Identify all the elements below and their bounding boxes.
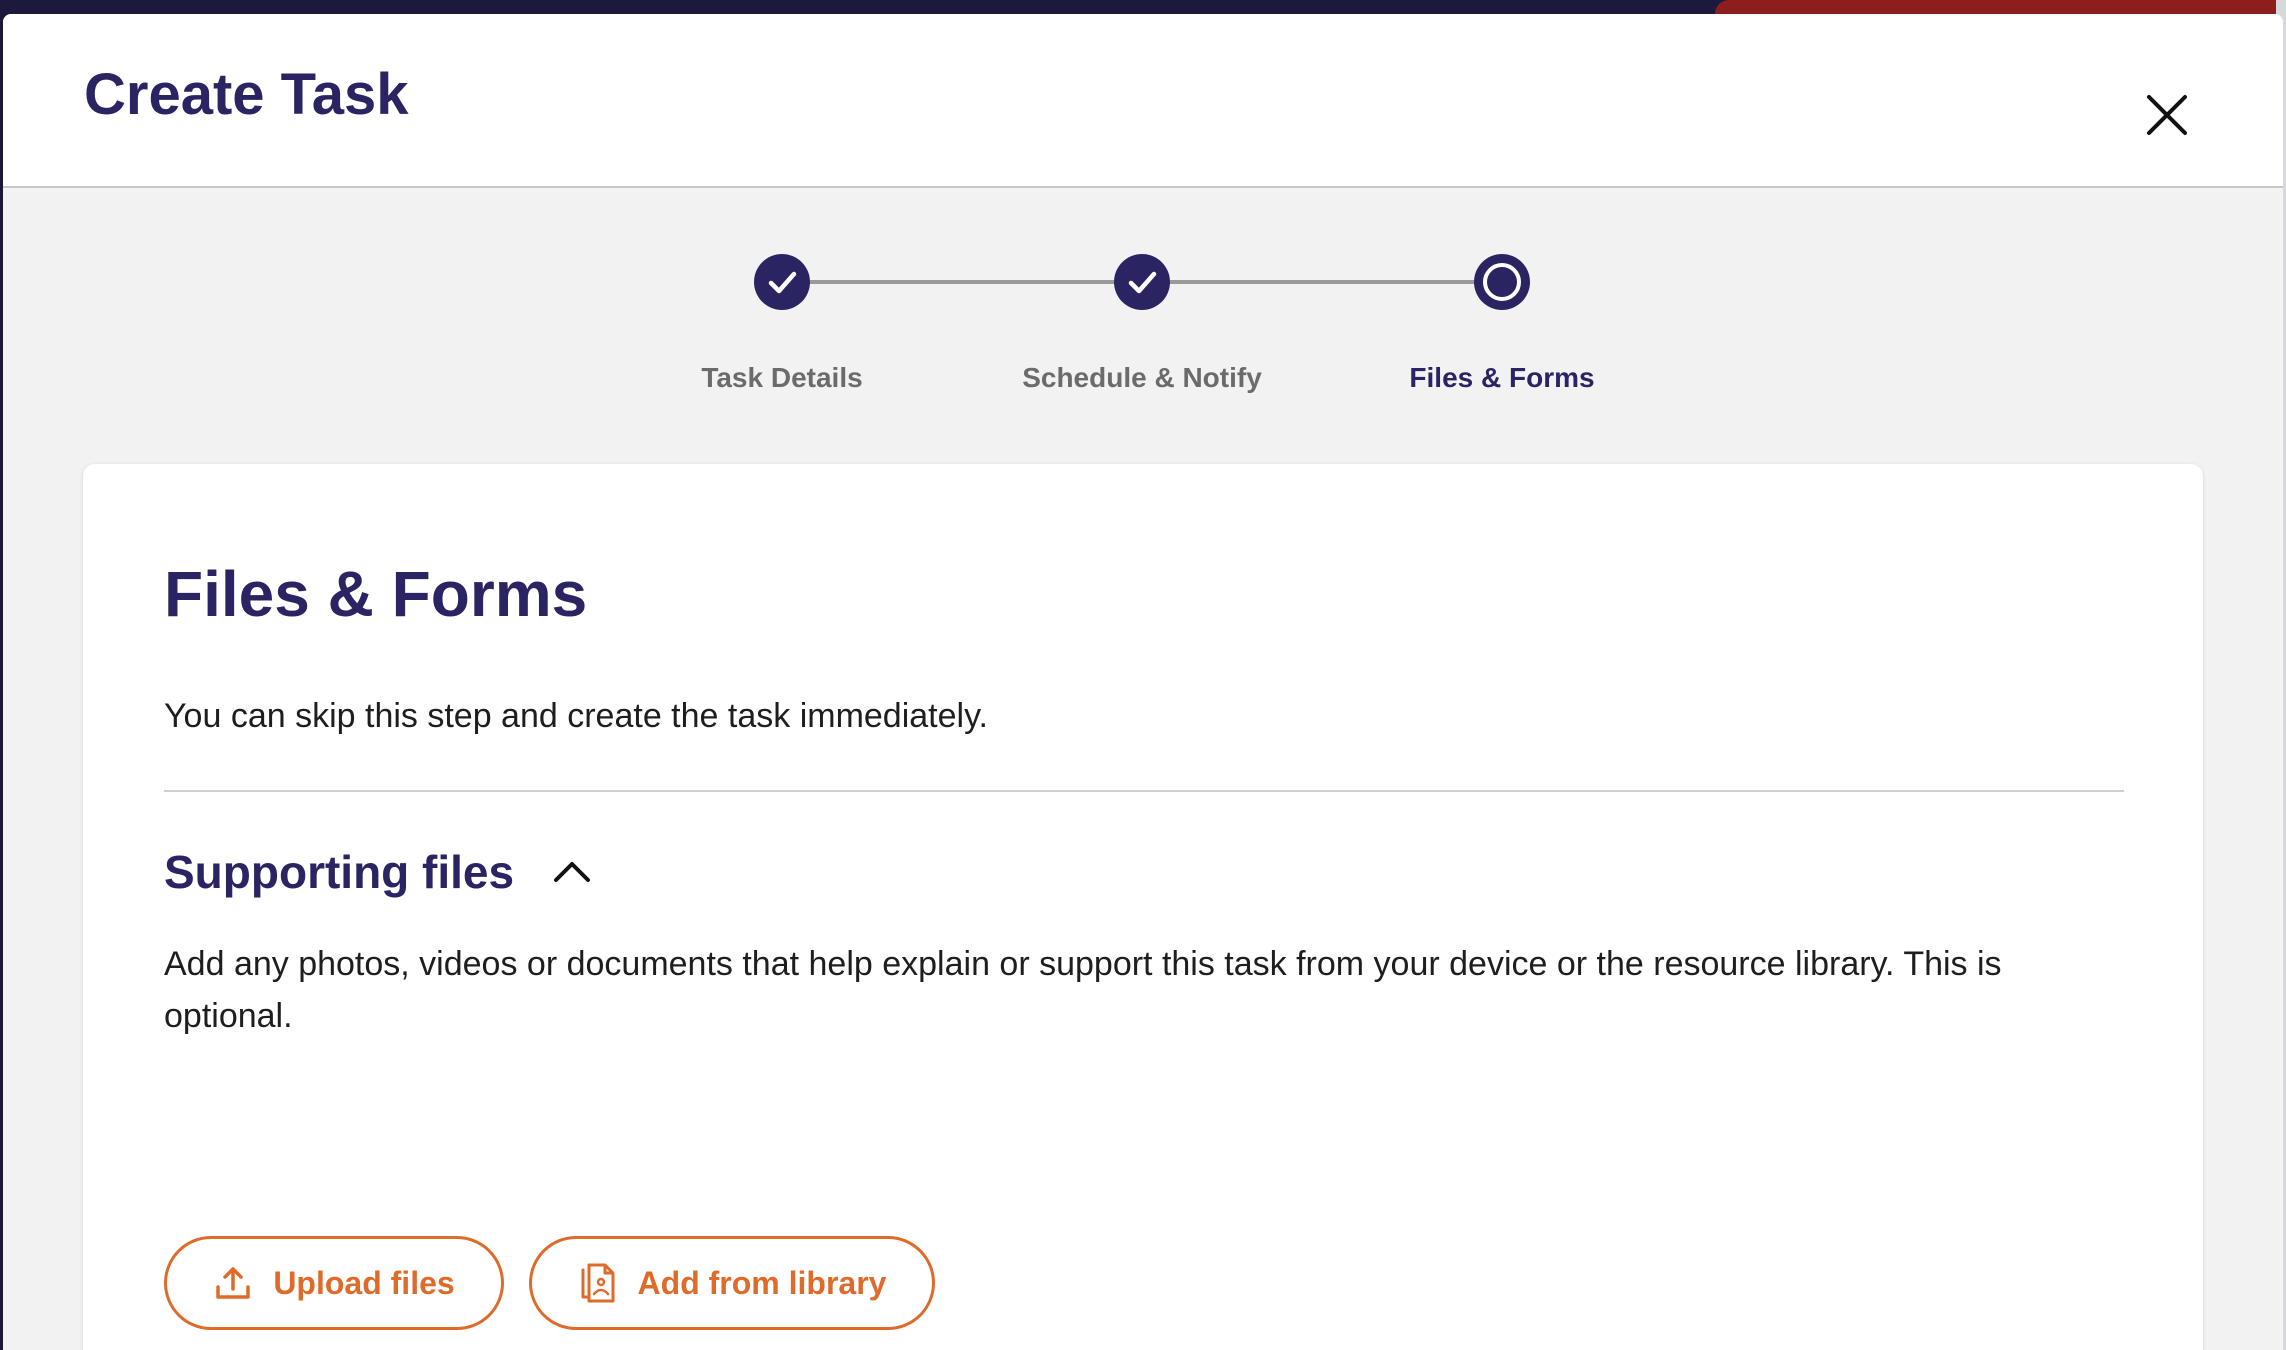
step-label-files-forms: Files & Forms bbox=[1409, 362, 1595, 393]
modal-header: Create Task bbox=[3, 14, 2283, 188]
check-icon bbox=[1128, 271, 1157, 294]
step-connector bbox=[810, 280, 1114, 284]
step-task-details-indicator[interactable] bbox=[754, 254, 810, 310]
upload-files-label: Upload files bbox=[273, 1264, 455, 1301]
section-title: Supporting files bbox=[164, 846, 515, 898]
step-connector bbox=[1170, 280, 1474, 284]
upload-files-button[interactable]: Upload files bbox=[164, 1236, 504, 1330]
files-forms-card: Files & Forms You can skip this step and… bbox=[83, 464, 2203, 1350]
close-icon bbox=[2147, 95, 2187, 135]
close-button[interactable] bbox=[2132, 80, 2202, 150]
section-description: Add any photos, videos or documents that… bbox=[164, 945, 2002, 1035]
current-step-icon bbox=[1483, 263, 1521, 301]
page-backdrop-accent bbox=[1715, 0, 2286, 14]
card-intro-text: You can skip this step and create the ta… bbox=[164, 697, 989, 735]
check-icon bbox=[768, 271, 797, 294]
library-icon bbox=[581, 1263, 615, 1303]
create-task-modal: Create Task Task Details Schedule & Noti… bbox=[3, 14, 2283, 1350]
chevron-up-icon bbox=[554, 862, 591, 882]
supporting-files-toggle[interactable]: Supporting files bbox=[164, 842, 594, 902]
divider bbox=[164, 790, 2124, 792]
upload-icon bbox=[216, 1267, 251, 1299]
step-files-forms-indicator[interactable] bbox=[1474, 254, 1530, 310]
card-title: Files & Forms bbox=[164, 558, 588, 630]
step-label-task-details: Task Details bbox=[701, 362, 863, 393]
step-schedule-notify-indicator[interactable] bbox=[1114, 254, 1170, 310]
step-label-schedule-notify: Schedule & Notify bbox=[1022, 362, 1262, 393]
modal-title: Create Task bbox=[84, 62, 409, 127]
add-from-library-label: Add from library bbox=[637, 1264, 887, 1301]
add-from-library-button[interactable]: Add from library bbox=[529, 1236, 935, 1330]
